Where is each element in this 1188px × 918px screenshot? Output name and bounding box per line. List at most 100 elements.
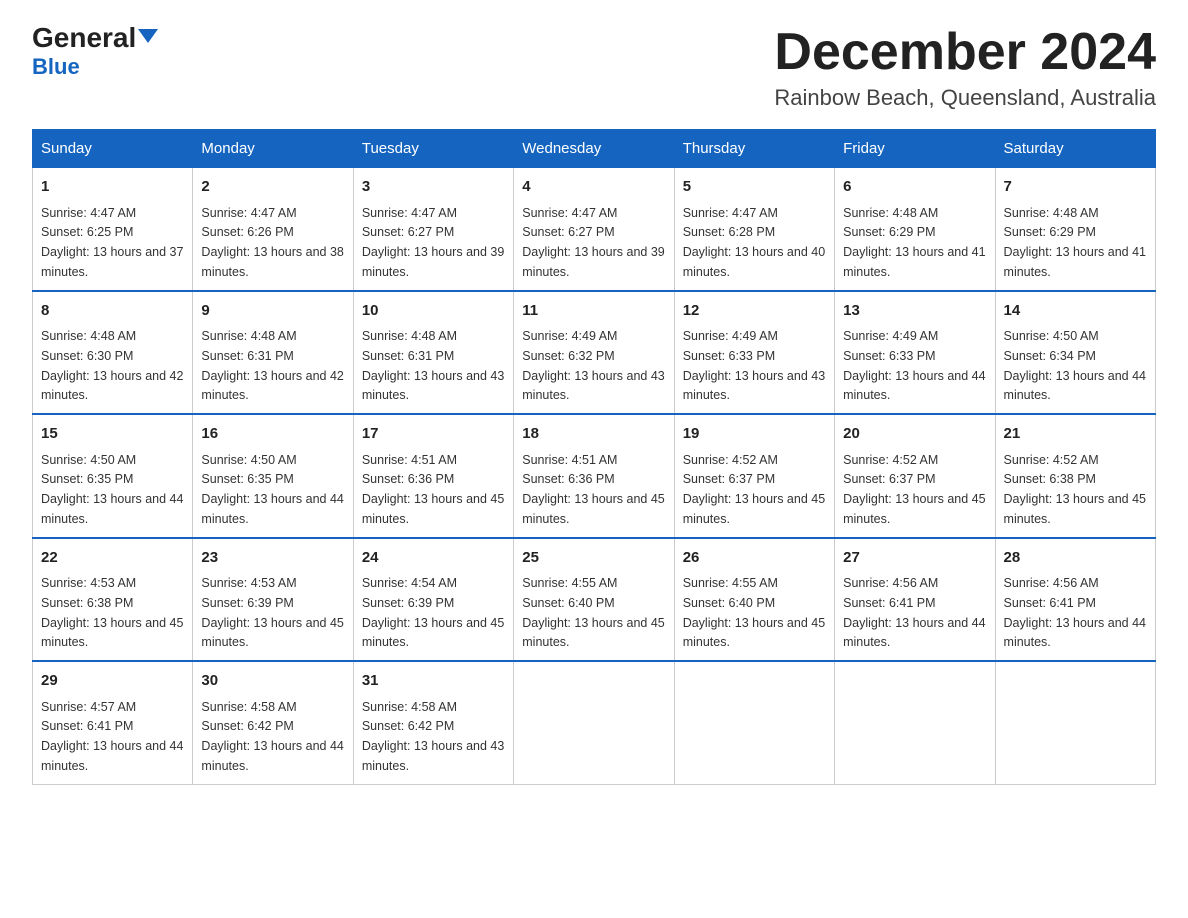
day-number: 3 — [362, 176, 505, 199]
day-number: 27 — [843, 547, 986, 570]
calendar-cell: 13 Sunrise: 4:49 AMSunset: 6:33 PMDaylig… — [835, 291, 995, 415]
calendar-cell: 12 Sunrise: 4:49 AMSunset: 6:33 PMDaylig… — [674, 291, 834, 415]
day-info: Sunrise: 4:48 AMSunset: 6:31 PMDaylight:… — [201, 329, 343, 402]
day-info: Sunrise: 4:49 AMSunset: 6:33 PMDaylight:… — [843, 329, 985, 402]
location-title: Rainbow Beach, Queensland, Australia — [774, 85, 1156, 111]
day-info: Sunrise: 4:53 AMSunset: 6:39 PMDaylight:… — [201, 576, 343, 649]
calendar-cell — [674, 661, 834, 784]
day-number: 8 — [41, 300, 184, 323]
day-number: 7 — [1004, 176, 1147, 199]
day-info: Sunrise: 4:48 AMSunset: 6:29 PMDaylight:… — [1004, 206, 1146, 279]
calendar-cell: 7 Sunrise: 4:48 AMSunset: 6:29 PMDayligh… — [995, 168, 1155, 291]
calendar-cell: 22 Sunrise: 4:53 AMSunset: 6:38 PMDaylig… — [33, 538, 193, 662]
day-info: Sunrise: 4:50 AMSunset: 6:35 PMDaylight:… — [41, 453, 183, 526]
day-info: Sunrise: 4:47 AMSunset: 6:27 PMDaylight:… — [362, 206, 504, 279]
calendar-cell: 6 Sunrise: 4:48 AMSunset: 6:29 PMDayligh… — [835, 168, 995, 291]
day-number: 6 — [843, 176, 986, 199]
logo-triangle-icon — [138, 29, 158, 43]
day-number: 15 — [41, 423, 184, 446]
calendar-cell: 19 Sunrise: 4:52 AMSunset: 6:37 PMDaylig… — [674, 414, 834, 538]
calendar-cell: 27 Sunrise: 4:56 AMSunset: 6:41 PMDaylig… — [835, 538, 995, 662]
day-info: Sunrise: 4:47 AMSunset: 6:25 PMDaylight:… — [41, 206, 183, 279]
day-number: 4 — [522, 176, 665, 199]
calendar-week-row: 22 Sunrise: 4:53 AMSunset: 6:38 PMDaylig… — [33, 538, 1156, 662]
calendar-table: SundayMondayTuesdayWednesdayThursdayFrid… — [32, 129, 1156, 785]
column-header-wednesday: Wednesday — [514, 130, 674, 168]
calendar-cell: 31 Sunrise: 4:58 AMSunset: 6:42 PMDaylig… — [353, 661, 513, 784]
day-number: 20 — [843, 423, 986, 446]
day-number: 11 — [522, 300, 665, 323]
calendar-cell: 28 Sunrise: 4:56 AMSunset: 6:41 PMDaylig… — [995, 538, 1155, 662]
calendar-cell: 17 Sunrise: 4:51 AMSunset: 6:36 PMDaylig… — [353, 414, 513, 538]
calendar-cell — [995, 661, 1155, 784]
day-number: 5 — [683, 176, 826, 199]
day-info: Sunrise: 4:58 AMSunset: 6:42 PMDaylight:… — [362, 700, 504, 773]
calendar-cell: 16 Sunrise: 4:50 AMSunset: 6:35 PMDaylig… — [193, 414, 353, 538]
day-info: Sunrise: 4:51 AMSunset: 6:36 PMDaylight:… — [362, 453, 504, 526]
calendar-cell: 23 Sunrise: 4:53 AMSunset: 6:39 PMDaylig… — [193, 538, 353, 662]
day-info: Sunrise: 4:57 AMSunset: 6:41 PMDaylight:… — [41, 700, 183, 773]
calendar-cell: 29 Sunrise: 4:57 AMSunset: 6:41 PMDaylig… — [33, 661, 193, 784]
day-info: Sunrise: 4:48 AMSunset: 6:31 PMDaylight:… — [362, 329, 504, 402]
day-number: 2 — [201, 176, 344, 199]
logo-subtitle: Blue — [32, 54, 80, 80]
column-header-friday: Friday — [835, 130, 995, 168]
calendar-cell: 26 Sunrise: 4:55 AMSunset: 6:40 PMDaylig… — [674, 538, 834, 662]
day-number: 24 — [362, 547, 505, 570]
day-number: 18 — [522, 423, 665, 446]
day-number: 22 — [41, 547, 184, 570]
calendar-cell: 18 Sunrise: 4:51 AMSunset: 6:36 PMDaylig… — [514, 414, 674, 538]
day-number: 17 — [362, 423, 505, 446]
day-number: 16 — [201, 423, 344, 446]
day-info: Sunrise: 4:53 AMSunset: 6:38 PMDaylight:… — [41, 576, 183, 649]
day-number: 1 — [41, 176, 184, 199]
day-number: 14 — [1004, 300, 1147, 323]
day-info: Sunrise: 4:55 AMSunset: 6:40 PMDaylight:… — [522, 576, 664, 649]
calendar-week-row: 1 Sunrise: 4:47 AMSunset: 6:25 PMDayligh… — [33, 168, 1156, 291]
day-number: 29 — [41, 670, 184, 693]
day-info: Sunrise: 4:47 AMSunset: 6:28 PMDaylight:… — [683, 206, 825, 279]
calendar-cell: 11 Sunrise: 4:49 AMSunset: 6:32 PMDaylig… — [514, 291, 674, 415]
calendar-cell: 21 Sunrise: 4:52 AMSunset: 6:38 PMDaylig… — [995, 414, 1155, 538]
column-header-thursday: Thursday — [674, 130, 834, 168]
title-block: December 2024 Rainbow Beach, Queensland,… — [774, 24, 1156, 111]
calendar-cell: 24 Sunrise: 4:54 AMSunset: 6:39 PMDaylig… — [353, 538, 513, 662]
column-header-tuesday: Tuesday — [353, 130, 513, 168]
day-info: Sunrise: 4:47 AMSunset: 6:27 PMDaylight:… — [522, 206, 664, 279]
logo: General Blue — [32, 24, 158, 80]
calendar-cell: 20 Sunrise: 4:52 AMSunset: 6:37 PMDaylig… — [835, 414, 995, 538]
day-info: Sunrise: 4:49 AMSunset: 6:33 PMDaylight:… — [683, 329, 825, 402]
day-info: Sunrise: 4:58 AMSunset: 6:42 PMDaylight:… — [201, 700, 343, 773]
day-info: Sunrise: 4:51 AMSunset: 6:36 PMDaylight:… — [522, 453, 664, 526]
month-title: December 2024 — [774, 24, 1156, 81]
calendar-cell: 10 Sunrise: 4:48 AMSunset: 6:31 PMDaylig… — [353, 291, 513, 415]
day-info: Sunrise: 4:55 AMSunset: 6:40 PMDaylight:… — [683, 576, 825, 649]
day-number: 31 — [362, 670, 505, 693]
day-number: 21 — [1004, 423, 1147, 446]
calendar-cell: 30 Sunrise: 4:58 AMSunset: 6:42 PMDaylig… — [193, 661, 353, 784]
day-info: Sunrise: 4:47 AMSunset: 6:26 PMDaylight:… — [201, 206, 343, 279]
column-header-saturday: Saturday — [995, 130, 1155, 168]
calendar-cell — [514, 661, 674, 784]
day-number: 25 — [522, 547, 665, 570]
calendar-week-row: 29 Sunrise: 4:57 AMSunset: 6:41 PMDaylig… — [33, 661, 1156, 784]
day-info: Sunrise: 4:54 AMSunset: 6:39 PMDaylight:… — [362, 576, 504, 649]
calendar-cell: 25 Sunrise: 4:55 AMSunset: 6:40 PMDaylig… — [514, 538, 674, 662]
day-info: Sunrise: 4:48 AMSunset: 6:30 PMDaylight:… — [41, 329, 183, 402]
column-header-monday: Monday — [193, 130, 353, 168]
calendar-week-row: 8 Sunrise: 4:48 AMSunset: 6:30 PMDayligh… — [33, 291, 1156, 415]
calendar-cell: 1 Sunrise: 4:47 AMSunset: 6:25 PMDayligh… — [33, 168, 193, 291]
calendar-cell: 2 Sunrise: 4:47 AMSunset: 6:26 PMDayligh… — [193, 168, 353, 291]
day-info: Sunrise: 4:52 AMSunset: 6:38 PMDaylight:… — [1004, 453, 1146, 526]
day-number: 30 — [201, 670, 344, 693]
day-number: 28 — [1004, 547, 1147, 570]
day-number: 23 — [201, 547, 344, 570]
day-number: 9 — [201, 300, 344, 323]
day-number: 10 — [362, 300, 505, 323]
day-info: Sunrise: 4:50 AMSunset: 6:35 PMDaylight:… — [201, 453, 343, 526]
day-info: Sunrise: 4:49 AMSunset: 6:32 PMDaylight:… — [522, 329, 664, 402]
calendar-cell: 8 Sunrise: 4:48 AMSunset: 6:30 PMDayligh… — [33, 291, 193, 415]
day-number: 13 — [843, 300, 986, 323]
day-number: 12 — [683, 300, 826, 323]
day-info: Sunrise: 4:48 AMSunset: 6:29 PMDaylight:… — [843, 206, 985, 279]
